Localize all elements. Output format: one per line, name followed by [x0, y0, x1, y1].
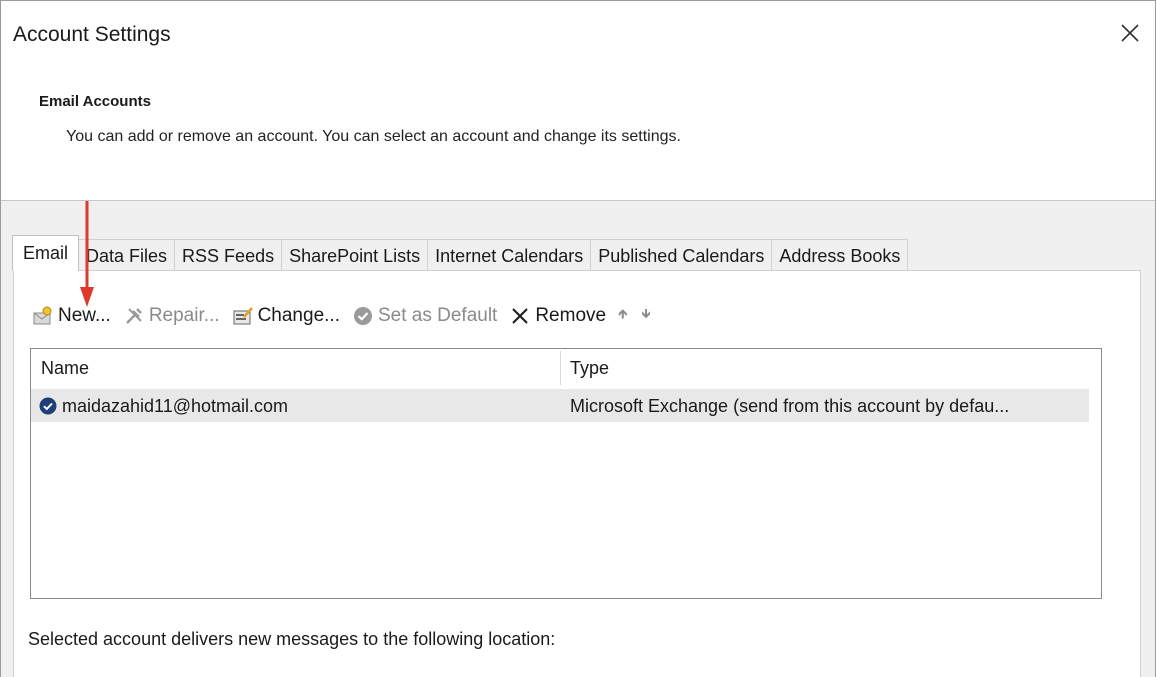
section-title: Email Accounts — [39, 93, 151, 110]
change-icon — [232, 305, 254, 327]
delivery-location-text: Selected account delivers new messages t… — [28, 629, 556, 649]
content-area: Email Data Files RSS Feeds SharePoint Li… — [1, 201, 1155, 677]
column-divider[interactable] — [560, 351, 561, 385]
change-button[interactable]: Change... — [232, 305, 340, 327]
new-account-icon — [32, 305, 54, 327]
repair-button-label: Repair... — [148, 305, 220, 326]
tab-rss-feeds[interactable]: RSS Feeds — [174, 239, 283, 271]
column-header-name[interactable]: Name — [41, 358, 89, 379]
account-type: Microsoft Exchange (send from this accou… — [570, 396, 1010, 416]
change-button-label: Change... — [257, 305, 340, 326]
tab-strip: Email Data Files RSS Feeds SharePoint Li… — [12, 235, 909, 271]
accounts-list: Name Type maidazahid11@hotmail.com Micro… — [30, 348, 1102, 599]
move-down-arrow-icon[interactable]: 🡻 — [641, 305, 650, 327]
dialog-title: Account Settings — [13, 23, 171, 46]
column-header-type[interactable]: Type — [570, 358, 609, 379]
remove-button-label: Remove — [535, 305, 607, 326]
repair-button[interactable]: Repair... — [123, 305, 220, 327]
tab-email[interactable]: Email — [12, 235, 80, 271]
section-description: You can add or remove an account. You ca… — [66, 128, 681, 145]
remove-x-icon — [509, 305, 531, 327]
account-toolbar: New... Repair... Change... Set as Defaul… — [32, 301, 665, 331]
checkmark-circle-icon — [352, 305, 374, 327]
account-settings-dialog: Account Settings Email Accounts You can … — [0, 0, 1156, 677]
tab-published-calendars[interactable]: Published Calendars — [590, 239, 773, 271]
default-account-check-icon — [39, 397, 57, 420]
close-icon — [1121, 24, 1139, 42]
list-header: Name Type — [31, 349, 1101, 387]
header-section: Email Accounts You can add or remove an … — [1, 67, 1155, 201]
move-up-arrow-icon[interactable]: 🡹 — [618, 305, 627, 327]
account-row[interactable]: maidazahid11@hotmail.com Microsoft Excha… — [31, 389, 1089, 422]
tab-address-books[interactable]: Address Books — [771, 239, 909, 271]
set-as-default-button[interactable]: Set as Default — [352, 305, 497, 327]
tab-sharepoint-lists[interactable]: SharePoint Lists — [281, 239, 429, 271]
set-as-default-label: Set as Default — [377, 305, 498, 326]
title-bar: Account Settings — [1, 1, 1155, 67]
annotation-arrow-icon — [80, 201, 94, 307]
close-button[interactable] — [1107, 11, 1155, 57]
tab-internet-calendars[interactable]: Internet Calendars — [427, 239, 592, 271]
email-tab-panel: New... Repair... Change... Set as Defaul… — [13, 270, 1141, 677]
account-name: maidazahid11@hotmail.com — [62, 396, 289, 416]
remove-button[interactable]: Remove — [509, 305, 606, 327]
new-button[interactable]: New... — [32, 305, 111, 327]
repair-icon — [123, 305, 145, 327]
